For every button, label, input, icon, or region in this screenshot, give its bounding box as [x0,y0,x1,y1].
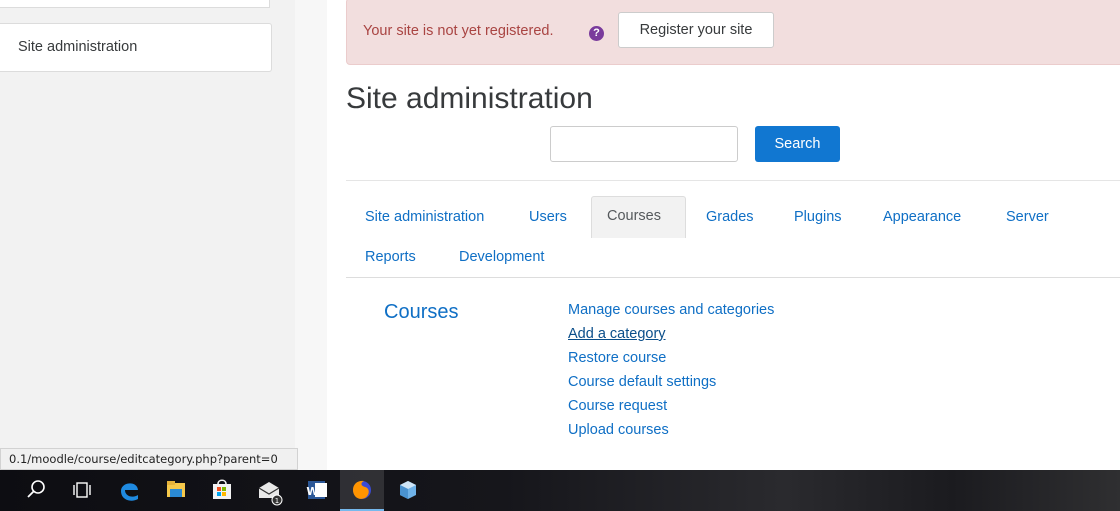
header-divider [346,180,1120,181]
page-title: Site administration [346,82,593,115]
link-restore-course[interactable]: Restore course [568,350,666,366]
link-course-default-settings[interactable]: Course default settings [568,374,716,390]
search-input[interactable] [550,126,738,162]
sidebar-gutter [295,0,327,470]
file-explorer-icon[interactable] [154,470,198,511]
word-icon[interactable]: W [294,470,338,511]
search-icon[interactable] [14,470,58,511]
tab-users[interactable]: Users [529,209,567,225]
tab-plugins[interactable]: Plugins [794,209,842,225]
mail-badge: 1 [275,497,279,505]
store-icon[interactable] [200,470,244,511]
sidebar-top-card [0,0,270,8]
search-button[interactable]: Search [755,126,840,162]
tab-courses[interactable]: Courses [591,196,686,278]
registration-alert: Your site is not yet registered. ? Regis… [346,0,1120,65]
mail-icon[interactable]: 1 [247,470,291,511]
link-manage-courses-and-categories[interactable]: Manage courses and categories [568,302,774,318]
tab-grades[interactable]: Grades [706,209,754,225]
link-add-a-category[interactable]: Add a category [568,326,666,342]
tab-development[interactable]: Development [459,249,544,265]
main-content [327,0,1120,470]
question-circle-icon[interactable]: ? [589,26,604,41]
sidebar-item-label: Site administration [18,39,138,55]
link-course-request[interactable]: Course request [568,398,667,414]
taskbar: 1 W [0,470,1120,511]
tab-courses-label: Courses [607,208,661,224]
left-sidebar: Site administration [0,0,295,470]
edge-icon[interactable] [107,470,151,511]
tab-site-administration[interactable]: Site administration [365,209,484,225]
link-upload-courses[interactable]: Upload courses [568,422,669,438]
task-view-icon[interactable] [60,470,104,511]
status-bar-url: 0.1/moodle/course/editcategory.php?paren… [0,448,298,470]
tabs-divider [346,277,1120,278]
register-site-button[interactable]: Register your site [618,12,774,48]
firefox-icon[interactable] [340,470,384,511]
app-cube-icon[interactable] [386,470,430,511]
section-title: Courses [384,301,459,323]
tab-reports[interactable]: Reports [365,249,416,265]
alert-message: Your site is not yet registered. [363,23,554,39]
sidebar-item-site-administration[interactable]: Site administration [0,23,272,72]
tab-server[interactable]: Server [1006,209,1049,225]
tab-appearance[interactable]: Appearance [883,209,961,225]
svg-text:W: W [306,485,318,498]
